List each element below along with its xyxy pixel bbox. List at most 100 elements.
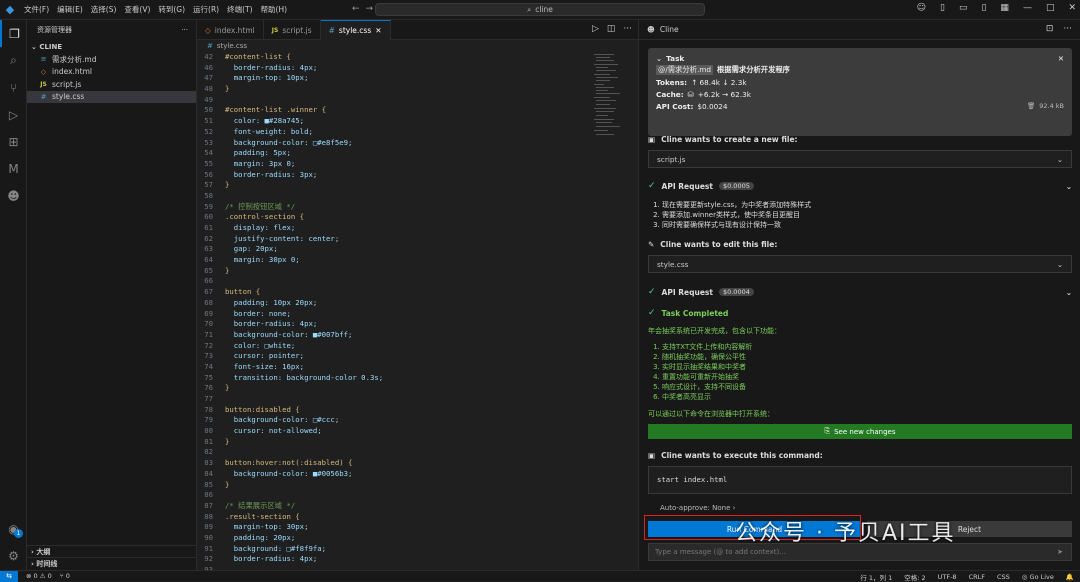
code-line[interactable]: 85} — [197, 480, 638, 491]
code-line[interactable]: 89 margin-top: 30px; — [197, 522, 638, 533]
bell-icon[interactable]: 🔔 — [1066, 573, 1074, 581]
toggle-sidebar-icon[interactable]: ▯ — [940, 3, 945, 13]
toggle-secondary-icon[interactable]: ▯ — [981, 3, 986, 13]
command-box[interactable]: start index.html — [648, 466, 1072, 494]
outline-section[interactable]: › 大纲 — [27, 545, 197, 557]
source-control-icon[interactable]: ⑂ — [0, 74, 27, 101]
search-view-icon[interactable]: ⌕ — [0, 47, 27, 74]
minimize-icon[interactable]: — — [1023, 3, 1032, 13]
code-line[interactable]: 77 — [197, 394, 638, 405]
code-line[interactable]: 54 padding: 5px; — [197, 148, 638, 159]
code-view[interactable]: 42 #content-list {46 border-radius: 4px; 4… — [197, 52, 638, 570]
code-line[interactable]: 78 button:disabled { — [197, 405, 638, 416]
run-debug-icon[interactable]: ▷ — [0, 101, 27, 128]
back-arrow-icon[interactable]: ← — [352, 4, 360, 14]
toggle-panel-icon[interactable]: ▭ — [959, 3, 968, 13]
api-request-2[interactable]: ✓ API Request $0.0004 ⌄ — [648, 285, 1072, 299]
edit-file-box[interactable]: style.css ⌄ — [648, 255, 1072, 273]
code-line[interactable]: 82 — [197, 447, 638, 458]
menu-view[interactable]: 查看(V) — [120, 4, 154, 15]
close-window-icon[interactable]: ✕ — [1068, 3, 1076, 13]
code-line[interactable]: 53 background-color: □#e8f5e9; — [197, 138, 638, 149]
menu-help[interactable]: 帮助(H) — [257, 4, 292, 15]
chevron-down-icon[interactable]: ⌄ — [656, 54, 662, 63]
extensions-icon[interactable]: ⊞ — [0, 128, 27, 155]
problems-indicator[interactable]: ⊗ 0 ⚠ 0 — [26, 572, 52, 580]
code-line[interactable]: 80 cursor: not-allowed; — [197, 426, 638, 437]
code-line[interactable]: 90 padding: 20px; — [197, 533, 638, 544]
close-tab-icon[interactable]: ✕ — [375, 26, 381, 35]
ports-indicator[interactable]: ⑂ 0 — [60, 572, 70, 580]
create-file-box[interactable]: script.js ⌄ — [648, 150, 1072, 168]
file-item-css[interactable]: # style.css — [27, 90, 196, 103]
trash-icon[interactable]: 🗑 — [1027, 102, 1035, 110]
cursor-position[interactable]: 行 1，列 1 — [860, 572, 892, 582]
minimap[interactable] — [594, 52, 630, 142]
remote-icon[interactable]: ⇆ — [0, 570, 18, 582]
code-line[interactable]: 49 — [197, 95, 638, 106]
tab-style-css[interactable]: # style.css ✕ — [320, 20, 391, 40]
cline-robot-icon[interactable]: ☻ — [0, 182, 27, 209]
folder-cline[interactable]: ⌄ CLINE — [27, 40, 196, 53]
close-task-icon[interactable]: ✕ — [1058, 54, 1064, 63]
menu-edit[interactable]: 编辑(E) — [53, 4, 87, 15]
indentation[interactable]: 空格: 2 — [904, 572, 925, 582]
more-actions-icon[interactable]: ··· — [623, 24, 632, 34]
code-line[interactable]: 59 /* 控制按钮区域 */ — [197, 202, 638, 213]
auto-approve-toggle[interactable]: Auto-approve: None › — [660, 504, 735, 512]
code-line[interactable]: 83 button:hover:not(:disabled) { — [197, 458, 638, 469]
code-line[interactable]: 46 border-radius: 4px; — [197, 63, 638, 74]
run-file-icon[interactable]: ▷ — [592, 24, 599, 34]
cline-tab-label[interactable]: Cline — [660, 25, 679, 34]
code-line[interactable]: 81} — [197, 437, 638, 448]
code-line[interactable]: 69 border: none; — [197, 309, 638, 320]
code-line[interactable]: 47 margin-top: 10px; — [197, 73, 638, 84]
copilot-icon[interactable]: ☺ — [917, 3, 926, 13]
account-icon[interactable]: ◉ — [0, 515, 27, 542]
line-ending[interactable]: CRLF — [969, 573, 985, 581]
code-line[interactable]: 75 transition: background-color 0.3s; — [197, 373, 638, 384]
tab-script-js[interactable]: JS script.js — [264, 20, 321, 40]
file-item-md[interactable]: ≡ 需求分析.md — [27, 53, 196, 66]
code-line[interactable]: 68 padding: 10px 20px; — [197, 298, 638, 309]
more-actions-icon[interactable]: ··· — [1063, 24, 1072, 34]
code-line[interactable]: 50 #content-list .winner { — [197, 105, 638, 116]
code-line[interactable]: 76} — [197, 383, 638, 394]
go-live-button[interactable]: ◎ Go Live — [1022, 573, 1054, 581]
split-editor-icon[interactable]: ◫ — [607, 24, 616, 34]
timeline-section[interactable]: › 时间线 — [27, 557, 197, 569]
explorer-icon[interactable]: ❐ — [0, 20, 27, 47]
menu-terminal[interactable]: 终端(T) — [223, 4, 256, 15]
menu-run[interactable]: 运行(R) — [189, 4, 223, 15]
code-line[interactable]: 55 margin: 3px 0; — [197, 159, 638, 170]
code-line[interactable]: 67 button { — [197, 287, 638, 298]
code-line[interactable]: 91 background: □#f8f9fa; — [197, 544, 638, 555]
code-line[interactable]: 72 color: □white; — [197, 341, 638, 352]
api-request-1[interactable]: ✓ API Request $0.0005 ⌄ — [648, 179, 1072, 193]
menu-go[interactable]: 转到(G) — [154, 4, 189, 15]
code-line[interactable]: 64 margin: 30px 0; — [197, 255, 638, 266]
breadcrumb-file[interactable]: style.css — [217, 42, 247, 50]
menu-selection[interactable]: 选择(S) — [87, 4, 121, 15]
code-line[interactable]: 74 font-size: 16px; — [197, 362, 638, 373]
file-item-html[interactable]: ◇ index.html — [27, 66, 196, 79]
code-line[interactable]: 52 font-weight: bold; — [197, 127, 638, 138]
maximize-icon[interactable]: □ — [1046, 3, 1055, 13]
code-line[interactable]: 66 — [197, 276, 638, 287]
see-new-changes-button[interactable]: ⎘ See new changes — [648, 424, 1072, 439]
manage-gear-icon[interactable]: ⚙ — [0, 542, 27, 569]
code-line[interactable]: 87 /* 结果展示区域 */ — [197, 501, 638, 512]
code-line[interactable]: 42 #content-list { — [197, 52, 638, 63]
code-line[interactable]: 60 .control-section { — [197, 212, 638, 223]
code-line[interactable]: 61 display: flex; — [197, 223, 638, 234]
code-line[interactable]: 65} — [197, 266, 638, 277]
code-line[interactable]: 71 background-color: ■#007bff; — [197, 330, 638, 341]
send-icon[interactable]: ➤ — [1057, 548, 1071, 556]
code-line[interactable]: 48} — [197, 84, 638, 95]
file-item-js[interactable]: JS script.js — [27, 78, 196, 91]
code-line[interactable]: 58 — [197, 191, 638, 202]
command-center-search[interactable]: ⌕ cline — [375, 3, 705, 16]
code-line[interactable]: 51 color: ■#28a745; — [197, 116, 638, 127]
task-file-mention[interactable]: @/需求分析.md — [656, 65, 714, 75]
code-line[interactable]: 56 border-radius: 3px; — [197, 170, 638, 181]
